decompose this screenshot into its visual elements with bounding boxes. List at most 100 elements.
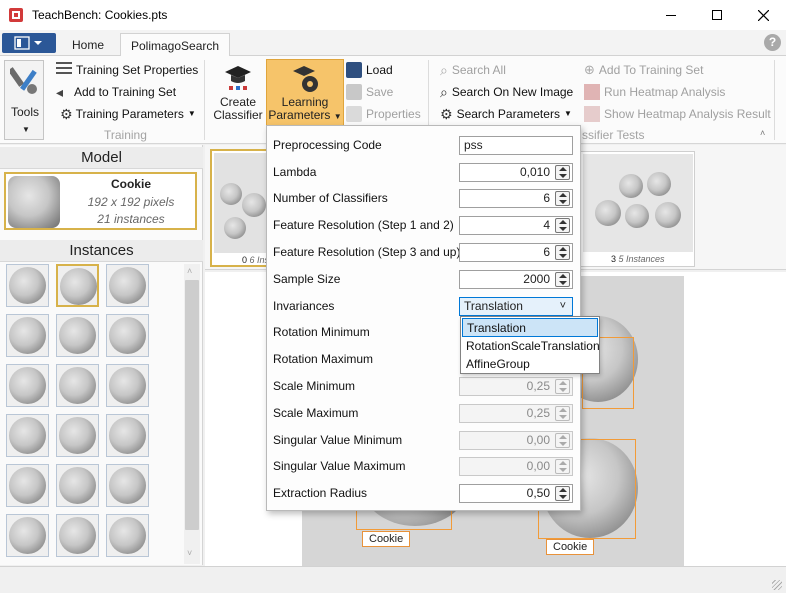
spinner-arrows-icon[interactable]	[555, 165, 570, 180]
param-spin-input[interactable]: 0,00	[459, 457, 573, 476]
param-spin-input[interactable]: 0,25	[459, 404, 573, 423]
detection-label: Cookie	[362, 531, 411, 547]
minimize-icon	[666, 14, 676, 16]
param-label: Singular Value Minimum	[273, 433, 403, 447]
save-button[interactable]: Save	[346, 82, 393, 102]
heatmap-icon	[584, 84, 600, 100]
chevron-down-icon: ▼	[187, 109, 196, 118]
run-heatmap-analysis-label: Run Heatmap Analysis	[604, 85, 726, 99]
preprocessing-code-input[interactable]: pss	[459, 136, 573, 155]
spinner-arrows-icon[interactable]	[555, 459, 570, 474]
image-index-0: 0	[242, 255, 248, 265]
tools-button[interactable]: Tools ▼	[4, 60, 44, 140]
param-spin-input[interactable]: 0,010	[459, 163, 573, 182]
maximize-icon	[712, 10, 722, 20]
param-value: 2000	[523, 272, 550, 286]
app-menu-icon	[14, 36, 42, 50]
scrollbar-thumb[interactable]	[185, 280, 199, 530]
search-on-new-image-button[interactable]: ⌕ Search On New Image	[440, 82, 573, 102]
show-heatmap-result-button[interactable]: Show Heatmap Analysis Result	[584, 104, 771, 124]
spinner-arrows-icon[interactable]	[555, 486, 570, 501]
instance-thumbnail[interactable]	[56, 414, 99, 457]
model-card[interactable]: Cookie 192 x 192 pixels 21 instances	[4, 172, 197, 230]
tab-polimagosearch[interactable]: PolimagoSearch	[120, 33, 231, 57]
window-title: TeachBench: Cookies.pts	[32, 8, 168, 22]
close-button[interactable]	[740, 0, 786, 30]
image-thumb-0[interactable]: 0 6 Ins	[210, 149, 272, 267]
image-index-3: 3	[611, 254, 617, 264]
learning-parameters-button[interactable]: Learning Parameters ▼	[266, 59, 344, 126]
instances-scrollbar[interactable]: ˄ ˅	[184, 264, 200, 564]
minimize-button[interactable]	[648, 0, 694, 30]
image-thumb-3[interactable]: 3 5 Instances	[580, 151, 695, 267]
scroll-up-icon[interactable]: ˄	[187, 266, 192, 276]
training-set-properties-button[interactable]: Training Set Properties	[56, 60, 198, 80]
application-menu-button[interactable]	[2, 33, 56, 53]
param-value: 0,00	[526, 459, 550, 473]
invariances-listbox[interactable]: Translation RotationScaleTranslation Aff…	[460, 316, 600, 374]
invariances-select[interactable]: Translation ˅	[459, 297, 573, 316]
add-to-training-set-button[interactable]: ◂ Add to Training Set	[56, 82, 176, 102]
instance-thumbnail[interactable]	[56, 264, 99, 307]
param-label: Invariances	[273, 299, 335, 313]
instance-thumbnail[interactable]	[106, 364, 149, 407]
model-name: Cookie	[110, 177, 151, 191]
ribbon-collapse-icon[interactable]: ˄	[760, 128, 765, 138]
spinner-arrows-icon[interactable]	[555, 406, 570, 421]
tools-dropdown-icon: ▼	[22, 125, 30, 134]
spinner-arrows-icon[interactable]	[555, 245, 570, 260]
cookie-image	[9, 317, 46, 354]
instance-thumbnail[interactable]	[106, 264, 149, 307]
instance-thumbnail[interactable]	[6, 314, 49, 357]
maximize-button[interactable]	[694, 0, 740, 30]
instance-thumbnail[interactable]	[6, 464, 49, 507]
ribbon-separator	[774, 60, 775, 140]
spinner-arrows-icon[interactable]	[555, 191, 570, 206]
instance-thumbnail[interactable]	[106, 314, 149, 357]
training-parameters-button[interactable]: ⚙ Training Parameters ▼	[60, 104, 196, 124]
search-all-button[interactable]: ⌕ Search All	[440, 60, 506, 80]
add-to-training-set-test-button[interactable]: ⊕ Add To Training Set	[584, 60, 703, 80]
param-spin-input[interactable]: 6	[459, 243, 573, 262]
graduation-cap-icon	[225, 66, 251, 90]
create-classifier-button[interactable]: Create Classifier	[210, 60, 266, 126]
invariance-option-rotationscaletranslation[interactable]: RotationScaleTranslation	[462, 337, 600, 356]
spinner-arrows-icon[interactable]	[555, 218, 570, 233]
param-spin-input[interactable]: 2000	[459, 270, 573, 289]
param-value: 0,00	[526, 433, 550, 447]
param-spin-input[interactable]: 4	[459, 216, 573, 235]
spinner-arrows-icon[interactable]	[555, 272, 570, 287]
load-button[interactable]: Load	[346, 60, 393, 80]
training-parameters-label: Training Parameters	[75, 107, 184, 121]
instance-thumbnail[interactable]	[106, 514, 149, 557]
cookie-image	[60, 268, 97, 305]
param-spin-input[interactable]: 0,00	[459, 431, 573, 450]
resize-grip-icon[interactable]	[772, 580, 782, 590]
instance-thumbnail[interactable]	[6, 264, 49, 307]
param-label: Rotation Maximum	[273, 352, 374, 366]
spinner-arrows-icon[interactable]	[555, 433, 570, 448]
instance-thumbnail[interactable]	[6, 414, 49, 457]
instance-thumbnail[interactable]	[56, 514, 99, 557]
instance-thumbnail[interactable]	[6, 364, 49, 407]
param-spin-input[interactable]: 6	[459, 189, 573, 208]
scroll-down-icon[interactable]: ˅	[187, 548, 192, 558]
run-heatmap-analysis-button[interactable]: Run Heatmap Analysis	[584, 82, 725, 102]
properties-button[interactable]: Properties	[346, 104, 421, 124]
instance-thumbnail[interactable]	[56, 364, 99, 407]
instance-thumbnail[interactable]	[56, 314, 99, 357]
help-icon[interactable]: ?	[764, 34, 781, 51]
invariance-option-affinegroup[interactable]: AffineGroup	[462, 355, 598, 374]
instance-thumbnail[interactable]	[6, 514, 49, 557]
instance-thumbnail[interactable]	[106, 464, 149, 507]
search-parameters-button[interactable]: ⚙ Search Parameters ▼	[440, 104, 572, 124]
param-value: 0,25	[526, 379, 550, 393]
tab-home[interactable]: Home	[62, 33, 114, 57]
param-spin-input[interactable]: 0,25	[459, 377, 573, 396]
spinner-arrows-icon[interactable]	[555, 379, 570, 394]
model-size: 192 x 192 pixels	[87, 195, 175, 209]
invariance-option-translation[interactable]: Translation	[462, 318, 598, 337]
param-spin-input[interactable]: 0,50	[459, 484, 573, 503]
instance-thumbnail[interactable]	[106, 414, 149, 457]
instance-thumbnail[interactable]	[56, 464, 99, 507]
